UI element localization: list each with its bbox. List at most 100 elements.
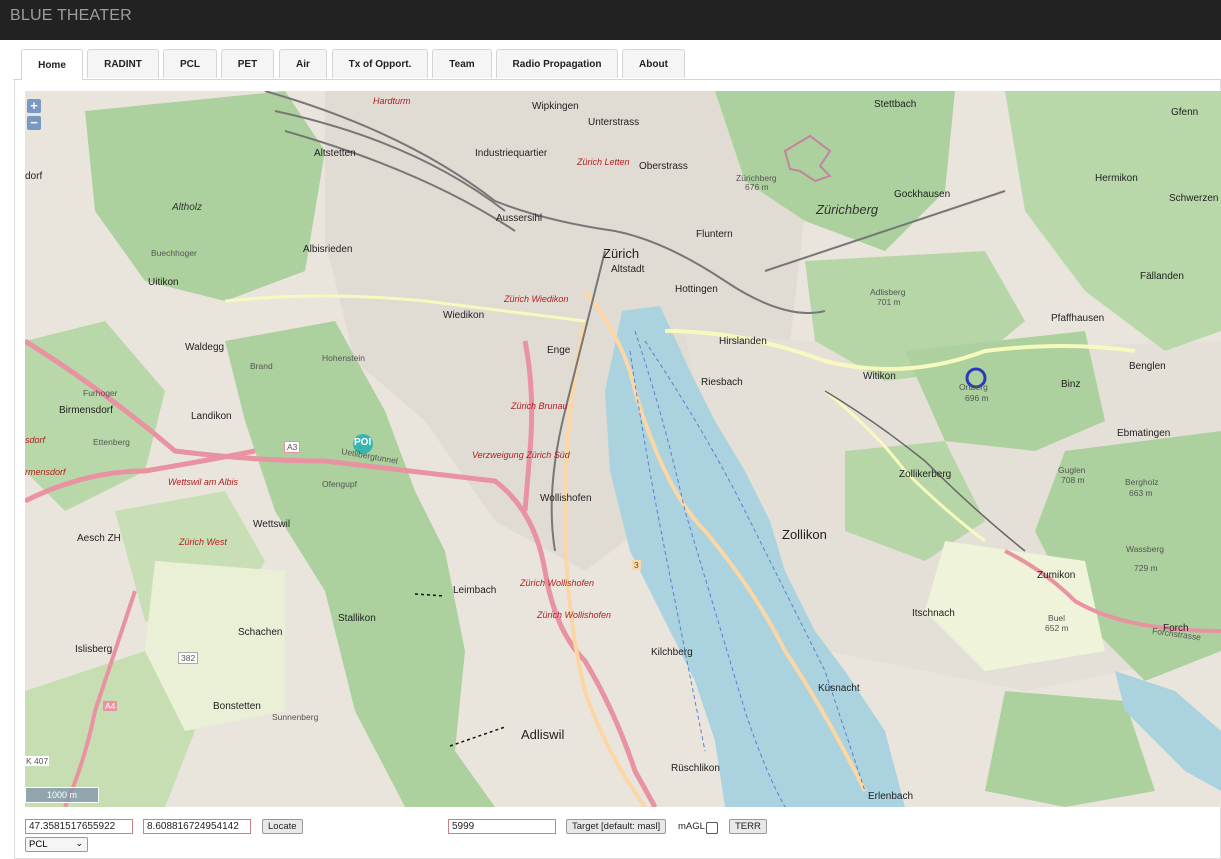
- tab-air[interactable]: Air: [279, 49, 327, 78]
- map-tiles: [25, 91, 1221, 807]
- chevron-down-icon: ⌄: [75, 838, 83, 848]
- label-bonstetten: Bonstetten: [213, 701, 261, 712]
- zoom-in-button[interactable]: +: [27, 99, 41, 113]
- mode-select-value: PCL: [29, 839, 48, 850]
- poi-marker-label[interactable]: POI: [354, 437, 371, 448]
- label-wettswil: Wettswil: [253, 519, 291, 530]
- label-guglen-height: 708 m: [1061, 475, 1085, 485]
- label-zurich-letten: Zürich Letten: [577, 157, 630, 167]
- label-stallikon: Stallikon: [338, 613, 376, 624]
- tab-team[interactable]: Team: [432, 49, 492, 78]
- controls-bar: Locate Target [default: masl] mAGL TERR …: [15, 819, 1221, 859]
- magl-checkbox[interactable]: [706, 822, 718, 834]
- label-zurichberg-height: 676 m: [745, 182, 769, 192]
- target-button[interactable]: Target [default: masl]: [566, 819, 667, 834]
- label-zurich-wiedikon: Zürich Wiedikon: [504, 294, 569, 304]
- label-rmensdorf: rmensdorf: [25, 467, 66, 477]
- label-schachen: Schachen: [238, 627, 283, 638]
- label-kilchberg: Kilchberg: [651, 647, 693, 658]
- label-ruschlikon: Rüschlikon: [671, 763, 720, 774]
- tab-pcl[interactable]: PCL: [163, 49, 217, 78]
- label-uitikon: Uitikon: [148, 277, 179, 288]
- label-islisberg: Islisberg: [75, 644, 113, 655]
- label-altstadt: Altstadt: [611, 264, 645, 275]
- label-wettswil-am-albis: Wettswil am Albis: [168, 477, 239, 487]
- map-view[interactable]: + − 1000 m POI Zürich Altstadt Wipkingen…: [25, 91, 1221, 807]
- tab-home[interactable]: Home: [21, 49, 83, 80]
- label-witikon: Witikon: [863, 371, 896, 382]
- label-brand: Brand: [250, 361, 273, 371]
- zoom-out-button[interactable]: −: [27, 116, 41, 130]
- label-binz: Binz: [1061, 379, 1081, 390]
- label-route-3: 3: [632, 560, 641, 570]
- label-bergholz: Bergholz: [1125, 477, 1159, 487]
- label-aesch: Aesch ZH: [77, 533, 121, 544]
- top-navbar: BLUE THEATER: [0, 0, 1221, 40]
- label-hirslanden: Hirslanden: [719, 336, 767, 347]
- label-ofengupf: Ofengupf: [322, 479, 357, 489]
- altitude-input[interactable]: [448, 819, 556, 834]
- label-oetliberg-height: 696 m: [965, 393, 989, 403]
- label-sdorf: sdorf: [25, 435, 46, 445]
- tab-tx-of-opport[interactable]: Tx of Opport.: [332, 49, 428, 78]
- label-leimbach: Leimbach: [453, 585, 497, 596]
- mode-select[interactable]: PCL ⌄: [25, 837, 88, 852]
- label-waldegg: Waldegg: [185, 342, 225, 353]
- label-enge: Enge: [547, 345, 571, 356]
- label-dorf: dorf: [25, 171, 43, 182]
- longitude-input[interactable]: [143, 819, 251, 834]
- label-hohenstein: Hohenstein: [322, 353, 366, 363]
- label-buel-height: 652 m: [1045, 623, 1069, 633]
- label-wassberg-height: 729 m: [1134, 563, 1158, 573]
- label-a3: A3: [284, 441, 301, 453]
- label-hottingen: Hottingen: [675, 284, 718, 295]
- label-kusnacht: Küsnacht: [818, 683, 860, 694]
- terr-button[interactable]: TERR: [729, 819, 767, 834]
- label-hardturm: Hardturm: [373, 96, 411, 106]
- tab-radio-propagation[interactable]: Radio Propagation: [496, 49, 618, 78]
- label-a4: A4: [103, 701, 118, 711]
- tab-about[interactable]: About: [622, 49, 685, 78]
- label-sunnenberg: Sunnenberg: [272, 712, 319, 722]
- scale-bar: 1000 m: [25, 787, 99, 803]
- label-ettenberg: Ettenberg: [93, 437, 130, 447]
- tab-bar: Home RADINT PCL PET Air Tx of Opport. Te…: [13, 49, 1221, 80]
- label-buel: Buel: [1048, 613, 1066, 623]
- label-gfenn: Gfenn: [1171, 107, 1199, 118]
- label-fallanden: Fällanden: [1140, 271, 1184, 282]
- label-zollikerberg: Zollikerberg: [899, 469, 952, 480]
- label-landikon: Landikon: [191, 411, 232, 422]
- label-adlisberg-height: 701 m: [877, 297, 901, 307]
- app-title[interactable]: BLUE THEATER: [10, 7, 132, 25]
- label-zumikon: Zumikon: [1037, 570, 1076, 581]
- label-industriequartier: Industriequartier: [475, 148, 548, 159]
- magl-label: mAGL: [678, 821, 705, 832]
- label-guglen: Guglen: [1058, 465, 1086, 475]
- tab-radint[interactable]: RADINT: [87, 49, 159, 78]
- label-oetliberg: Ortberg: [959, 382, 988, 392]
- tab-pet[interactable]: PET: [221, 49, 274, 78]
- label-pfaffhausen: Pfaffhausen: [1051, 313, 1105, 324]
- label-zurich-wollishofen-2: Zürich Wollishofen: [537, 610, 612, 620]
- main-panel: Home RADINT PCL PET Air Tx of Opport. Te…: [13, 40, 1221, 859]
- label-adliswil: Adliswil: [521, 727, 565, 742]
- locate-button[interactable]: Locate: [262, 819, 303, 834]
- label-wipkingen: Wipkingen: [532, 101, 579, 112]
- label-zurich-brunau: Zürich Brunau: [511, 401, 568, 411]
- label-albisrieden: Albisrieden: [303, 244, 353, 255]
- label-riesbach: Riesbach: [701, 377, 743, 388]
- label-stettbach: Stettbach: [874, 99, 917, 110]
- label-hermikon: Hermikon: [1095, 173, 1138, 184]
- label-zurich: Zürich: [603, 246, 640, 261]
- label-benglen: Benglen: [1129, 361, 1166, 372]
- label-382: 382: [178, 652, 199, 664]
- label-furhoger: Furhoger: [83, 388, 118, 398]
- latitude-input[interactable]: [25, 819, 133, 834]
- label-zollikon: Zollikon: [782, 527, 827, 542]
- label-schwerzen: Schwerzen: [1169, 193, 1219, 204]
- label-altstetten: Altstetten: [314, 148, 356, 159]
- label-birmensdorf: Birmensdorf: [59, 405, 113, 416]
- label-wiedikon: Wiedikon: [443, 310, 485, 321]
- label-altholz: Altholz: [172, 202, 203, 213]
- label-k407: K 407: [25, 756, 50, 766]
